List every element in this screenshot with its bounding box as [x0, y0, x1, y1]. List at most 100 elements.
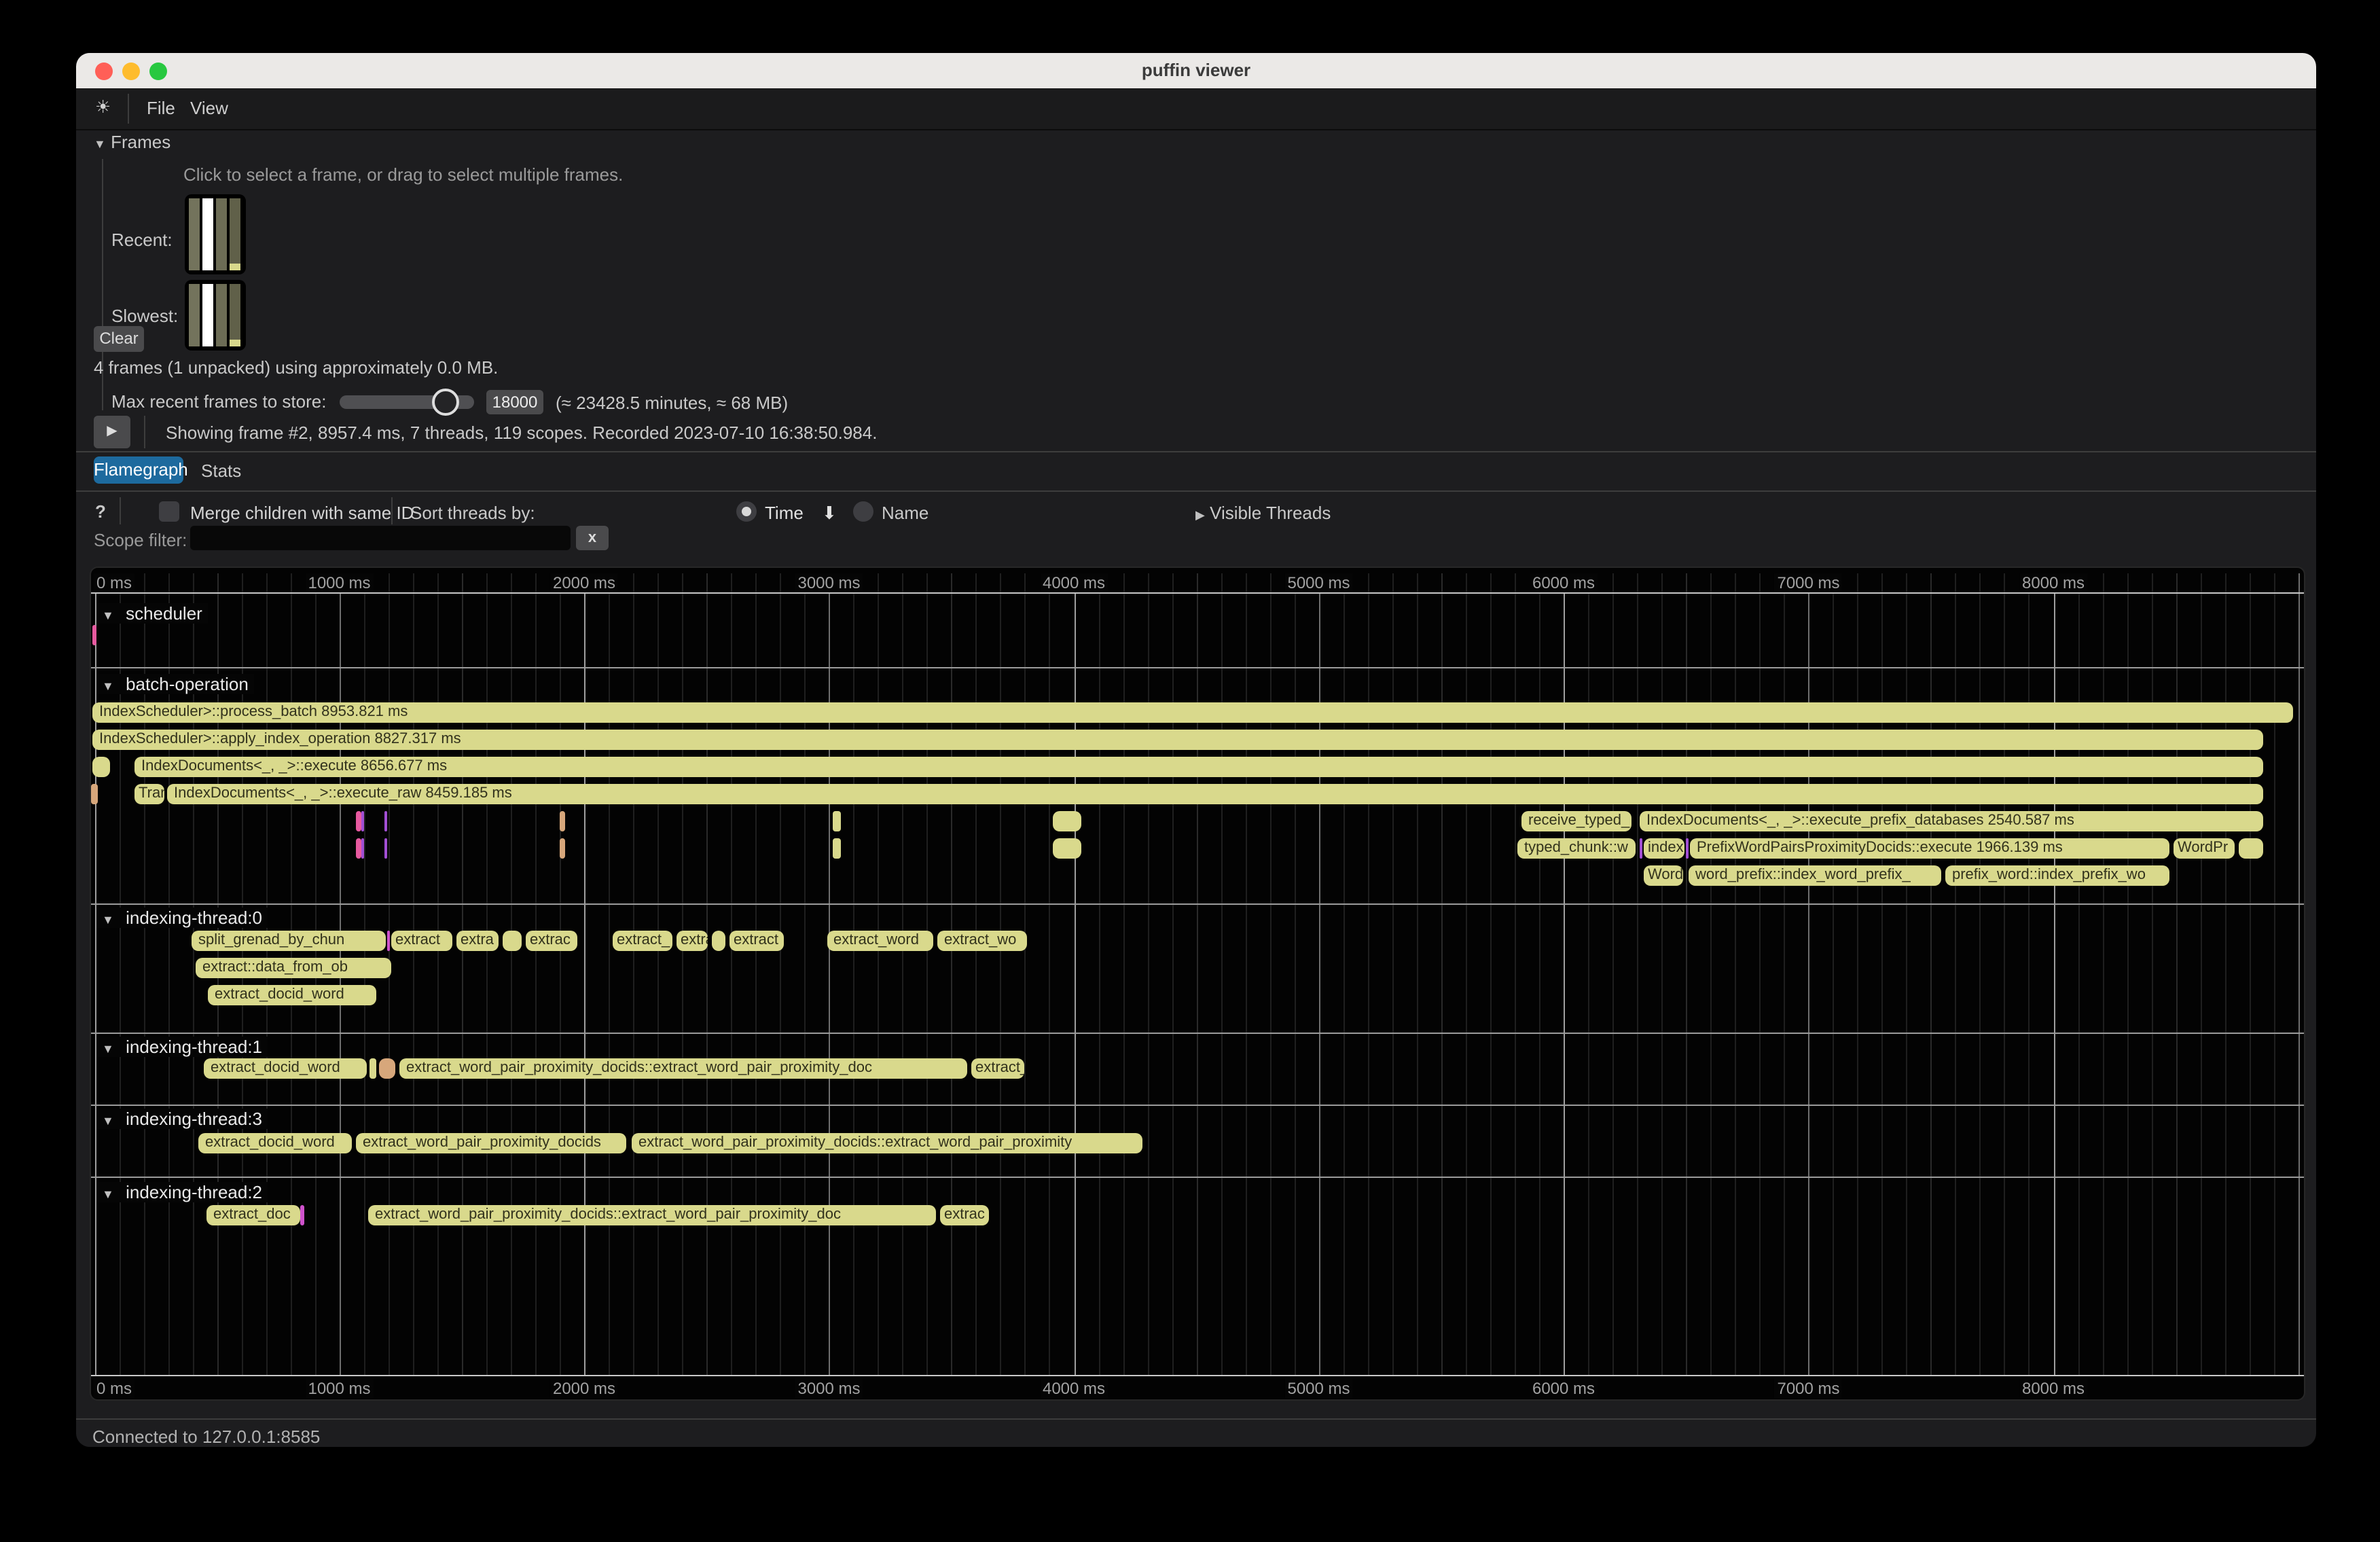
scope-bar[interactable]: [369, 1058, 376, 1079]
scope-bar[interactable]: [712, 931, 725, 951]
thread-header-indexing-thread-1[interactable]: ▼ indexing-thread:1: [96, 1037, 268, 1057]
menu-view[interactable]: View: [190, 98, 228, 118]
frame-bar[interactable]: [202, 198, 213, 270]
play-button[interactable]: ▶: [94, 416, 130, 448]
frame-bar[interactable]: [202, 284, 213, 346]
scope-bar[interactable]: [356, 838, 361, 859]
scope-bar[interactable]: [386, 931, 389, 951]
scope-bar[interactable]: [361, 838, 364, 859]
frame-bar[interactable]: [189, 198, 200, 270]
thread-header-indexing-thread-0[interactable]: ▼ indexing-thread:0: [96, 908, 268, 928]
scope-bar[interactable]: [384, 811, 387, 831]
scope-bar[interactable]: extract_: [677, 931, 708, 951]
scope-bar[interactable]: extract_word_pair_proximity_docids::extr…: [399, 1058, 967, 1079]
slider-knob[interactable]: [432, 389, 459, 416]
scope-bar[interactable]: [560, 811, 565, 831]
scope-bar[interactable]: [356, 811, 361, 831]
scope-bar[interactable]: [2239, 838, 2263, 859]
scope-filter-input[interactable]: [190, 526, 571, 550]
frame-bar[interactable]: [216, 198, 227, 270]
scope-bar[interactable]: Word: [1644, 865, 1683, 886]
help-button[interactable]: ?: [95, 501, 106, 522]
max-frames-value[interactable]: 18000: [486, 390, 543, 414]
scope-bar[interactable]: extract_: [613, 931, 672, 951]
scope-bar[interactable]: index: [1644, 838, 1684, 859]
frames-section-header[interactable]: ▼ Frames: [94, 132, 170, 152]
scope-bar[interactable]: extract_word_pair_proximity_docids::extr…: [632, 1133, 1142, 1153]
controls-divider: [120, 497, 121, 524]
scope-bar[interactable]: [300, 1205, 304, 1225]
scope-bar[interactable]: PrefixWordPairsProximityDocids::execute …: [1690, 838, 2169, 859]
scope-bar[interactable]: [1640, 838, 1642, 859]
scope-bar[interactable]: [1053, 838, 1081, 859]
clear-button[interactable]: Clear: [94, 326, 144, 352]
scope-bar[interactable]: typed_chunk::w: [1517, 838, 1636, 859]
time-tick-label: 5000 ms: [1284, 1379, 1352, 1398]
scope-bar[interactable]: extract_docid_word: [208, 985, 376, 1005]
scope-filter-clear-button[interactable]: x: [576, 526, 609, 550]
scope-bar[interactable]: prefix_word::index_prefix_wo: [1945, 865, 2169, 886]
scope-bar[interactable]: [361, 811, 364, 831]
scope-bar[interactable]: IndexScheduler>::process_batch 8953.821 …: [92, 702, 2293, 723]
gridline: [2102, 573, 2104, 1375]
scope-bar[interactable]: extract_word_pair_proximity_docids: [356, 1133, 626, 1153]
scope-bar[interactable]: IndexDocuments<_, _>::execute 8656.677 m…: [134, 757, 2263, 777]
frame-bar[interactable]: [230, 284, 240, 340]
scope-bar[interactable]: IndexDocuments<_, _>::execute_prefix_dat…: [1640, 811, 2263, 831]
scope-bar[interactable]: [92, 757, 110, 777]
scope-bar[interactable]: [91, 784, 98, 804]
scope-bar[interactable]: extract::data_from_ob: [196, 958, 391, 978]
frame-bar[interactable]: [189, 284, 200, 346]
sort-time-radio[interactable]: [736, 501, 757, 522]
scope-bar[interactable]: extrac: [526, 931, 577, 951]
scope-bar[interactable]: Trans: [134, 784, 164, 804]
scope-bar[interactable]: extract_wo: [971, 1058, 1024, 1079]
flamegraph-panel[interactable]: 0 ms0 ms1000 ms1000 ms2000 ms2000 ms3000…: [90, 567, 2305, 1401]
gridline: [535, 573, 537, 1375]
scope-bar[interactable]: extract_wo: [937, 931, 1027, 951]
scope-bar[interactable]: extract_docid_word: [204, 1058, 367, 1079]
sort-direction-icon[interactable]: ⬇: [822, 503, 837, 524]
sort-name-radio[interactable]: [853, 501, 873, 522]
scope-bar[interactable]: WordPr: [2174, 838, 2235, 859]
scope-bar[interactable]: split_grenad_by_chun: [192, 931, 386, 951]
scope-bar[interactable]: [833, 838, 841, 859]
scope-bar[interactable]: [560, 838, 565, 859]
scope-bar[interactable]: extract: [391, 931, 452, 951]
thread-header-batch-operation[interactable]: ▼ batch-operation: [96, 674, 254, 694]
thread-header-indexing-thread-2[interactable]: ▼ indexing-thread:2: [96, 1182, 268, 1202]
scope-bar[interactable]: IndexDocuments<_, _>::execute_raw 8459.1…: [167, 784, 2263, 804]
scope-bar[interactable]: extract_word_pair_proximity_docids::extr…: [368, 1205, 936, 1225]
scope-bar[interactable]: extract_word: [827, 931, 933, 951]
thread-header-indexing-thread-3[interactable]: ▼ indexing-thread:3: [96, 1109, 268, 1129]
scope-bar[interactable]: [833, 811, 841, 831]
separator: [76, 1418, 2316, 1420]
scope-bar[interactable]: extract_docid_word: [198, 1133, 352, 1153]
theme-toggle-icon[interactable]: ☀: [95, 96, 111, 118]
gridline: [2200, 573, 2201, 1375]
tab-flamegraph[interactable]: Flamegraph: [94, 456, 183, 484]
scope-bar[interactable]: [1053, 811, 1081, 831]
scope-bar[interactable]: [1686, 838, 1689, 859]
scope-bar[interactable]: [92, 625, 96, 645]
merge-children-checkbox[interactable]: [159, 501, 179, 522]
frame-bar[interactable]: [216, 284, 227, 346]
thread-header-scheduler[interactable]: ▼ scheduler: [96, 603, 208, 624]
scope-bar[interactable]: extract: [729, 931, 784, 951]
scope-bar[interactable]: [503, 931, 522, 951]
scope-bar[interactable]: word_prefix::index_word_prefix_: [1689, 865, 1941, 886]
time-axis-line-top: [91, 592, 2304, 594]
scope-bar[interactable]: [379, 1058, 395, 1079]
slowest-frame-thumbnail[interactable]: [185, 280, 246, 351]
menu-file[interactable]: File: [147, 98, 175, 118]
tab-stats[interactable]: Stats: [201, 461, 241, 481]
scope-bar[interactable]: IndexScheduler>::apply_index_operation 8…: [92, 730, 2263, 750]
scope-bar[interactable]: extract_doc: [206, 1205, 300, 1225]
recent-frame-thumbnail[interactable]: [185, 194, 246, 274]
scope-bar[interactable]: receive_typed_: [1521, 811, 1631, 831]
visible-threads-header[interactable]: ▶ Visible Threads: [1195, 503, 1331, 523]
scope-bar[interactable]: extrac: [940, 1205, 989, 1225]
frame-bar[interactable]: [230, 198, 240, 264]
scope-bar[interactable]: [384, 838, 387, 859]
scope-bar[interactable]: extra: [456, 931, 499, 951]
